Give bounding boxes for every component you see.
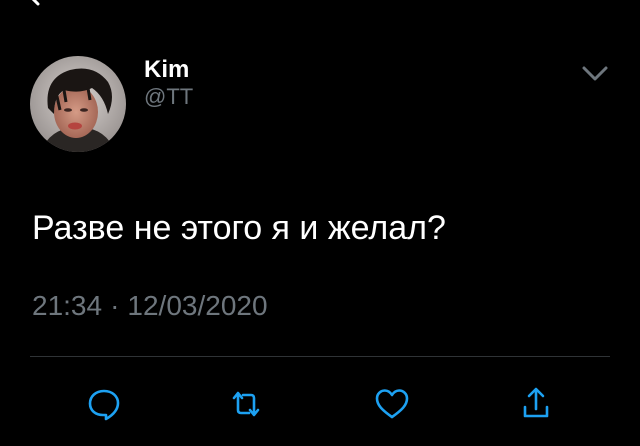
retweet-icon bbox=[232, 391, 260, 417]
reply-icon bbox=[88, 389, 120, 421]
tweet-timestamp[interactable]: 21:34 · 12/03/2020 bbox=[32, 288, 268, 324]
back-arrow-icon[interactable] bbox=[26, 0, 46, 6]
author-info[interactable]: Kim @TT bbox=[144, 56, 193, 110]
display-name[interactable]: Kim bbox=[144, 56, 193, 84]
user-handle[interactable]: @TT bbox=[144, 84, 193, 110]
tweet-text: Разве не этого я и желал? bbox=[32, 209, 446, 247]
separator-dot: · bbox=[110, 290, 120, 321]
divider bbox=[30, 356, 610, 357]
reply-button[interactable] bbox=[84, 384, 124, 424]
tweet-time: 21:34 bbox=[32, 290, 103, 321]
avatar[interactable] bbox=[30, 56, 126, 152]
share-button[interactable] bbox=[516, 384, 556, 424]
avatar-photo bbox=[30, 56, 126, 152]
tweet-date: 12/03/2020 bbox=[127, 290, 268, 321]
share-icon bbox=[523, 387, 549, 418]
chevron-down-icon[interactable] bbox=[580, 60, 610, 86]
top-navigation-bar bbox=[0, 0, 640, 6]
retweet-button[interactable] bbox=[226, 384, 266, 424]
like-button[interactable] bbox=[372, 384, 412, 424]
heart-icon bbox=[375, 389, 409, 419]
